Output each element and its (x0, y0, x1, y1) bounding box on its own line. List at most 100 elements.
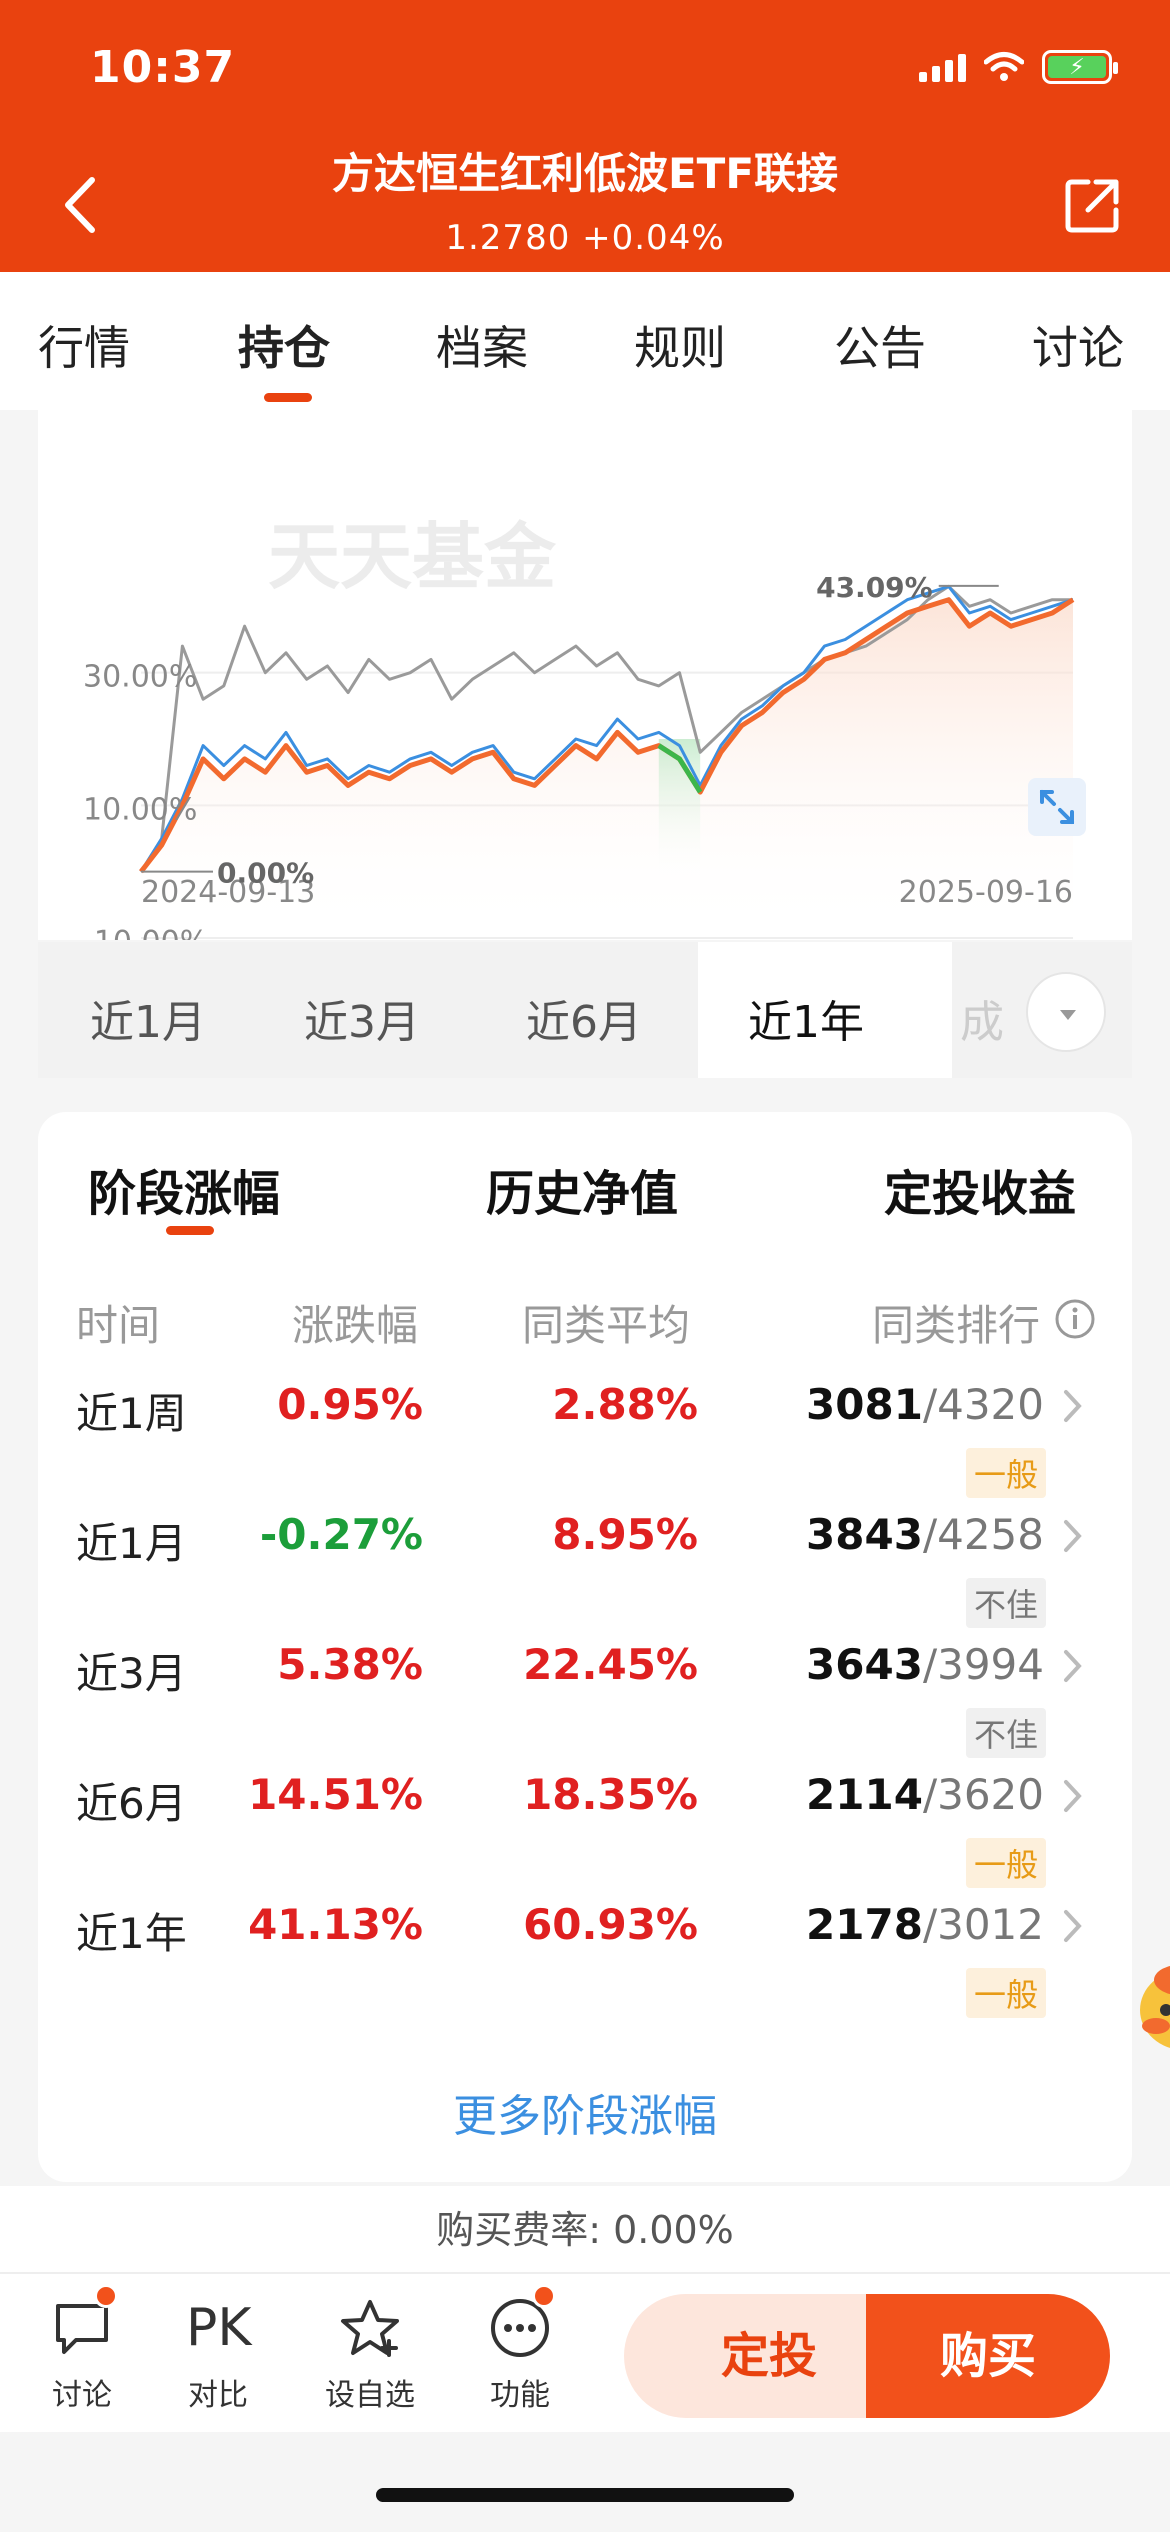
tab-sip-returns[interactable]: 定投收益 (884, 1154, 1076, 1224)
fund-price: 1.2780 +0.04% (445, 218, 725, 258)
rank-badge: 不佳 (966, 1708, 1047, 1758)
period-1y[interactable]: 近1年 (748, 986, 864, 1050)
share-icon[interactable] (1062, 176, 1122, 236)
rank-total: /3012 (922, 1900, 1044, 1949)
fund-name: 方达恒生红利低波ETF联接 (331, 149, 839, 198)
y-tick-label: 30.00% (83, 660, 197, 695)
purchase-fee: 购买费率: 0.00% (0, 2186, 1170, 2274)
header-change: 涨跌幅 (292, 1301, 419, 1350)
tab-indicator (264, 393, 312, 402)
status-time: 10:37 (90, 42, 236, 93)
add-watchlist-button[interactable]: 设自选 (310, 2296, 430, 2414)
tab-announcements[interactable]: 公告 (834, 312, 926, 378)
stage-returns-card: 阶段涨幅 历史净值 定投收益 时间 涨跌幅 同类平均 同类排行 近1周 0.95%… (38, 1112, 1132, 2182)
row-average-value: 8.95% (552, 1510, 698, 1559)
period-3m[interactable]: 近3月 (304, 986, 420, 1050)
chevron-right-icon[interactable] (1062, 1778, 1084, 1814)
row-period-label: 近1周 (76, 1389, 187, 1438)
row-change-value: -0.27% (259, 1510, 423, 1559)
period-dropdown-button[interactable] (1026, 972, 1106, 1052)
rank-position: 3643 (806, 1640, 923, 1689)
row-rank[interactable]: 2178/3012 (806, 1900, 1044, 1949)
home-indicator (376, 2488, 794, 2502)
app-header: 10:37 ⚡ 方达恒生红利低波ETF联接 1.2780 +0.04% (0, 0, 1170, 272)
tab-stage-returns[interactable]: 阶段涨幅 (88, 1154, 280, 1224)
rank-position: 3081 (806, 1380, 923, 1429)
row-rank[interactable]: 3643/3994 (806, 1640, 1044, 1689)
chevron-right-icon[interactable] (1062, 1518, 1084, 1554)
caret-down-icon (1060, 1010, 1076, 1020)
header-time: 时间 (76, 1301, 161, 1350)
row-period-label: 近3月 (76, 1649, 187, 1698)
more-stage-returns-link[interactable]: 更多阶段涨幅 (38, 2080, 1132, 2144)
tab-discussion[interactable]: 讨论 (1032, 312, 1124, 378)
tab-history-nav[interactable]: 历史净值 (486, 1154, 678, 1224)
main-tabs: 行情 持仓 档案 规则 公告 讨论 (0, 272, 1170, 410)
period-6m[interactable]: 近6月 (526, 986, 642, 1050)
rank-badge: 一般 (966, 1838, 1047, 1888)
chart-watermark: 天天基金 (268, 515, 557, 599)
rank-badge: 不佳 (966, 1578, 1047, 1628)
row-rank[interactable]: 3843/4258 (806, 1510, 1044, 1559)
info-icon[interactable] (1054, 1298, 1096, 1340)
notification-dot (532, 2284, 556, 2308)
buy-button[interactable]: 购买 (866, 2294, 1110, 2418)
discuss-label: 讨论 (52, 2378, 112, 2413)
rank-position: 2114 (806, 1770, 923, 1819)
row-average-value: 60.93% (523, 1900, 698, 1949)
rank-badge: 一般 (966, 1968, 1047, 2018)
rank-total: /4258 (922, 1510, 1044, 1559)
bottom-action-bar: 讨论 PK 对比 设自选 功能 定投 购买 (0, 2274, 1170, 2432)
chevron-right-icon[interactable] (1062, 1388, 1084, 1424)
row-rank[interactable]: 2114/3620 (806, 1770, 1044, 1819)
row-average-value: 2.88% (552, 1380, 698, 1429)
tab-quote[interactable]: 行情 (38, 312, 130, 378)
rank-total: /3994 (922, 1640, 1044, 1689)
row-change-value: 0.95% (277, 1380, 423, 1429)
tab-profile[interactable]: 档案 (436, 312, 528, 378)
header-rank: 同类排行 (872, 1301, 1041, 1350)
star-icon (341, 2300, 399, 2357)
row-rank[interactable]: 3081/4320 (806, 1380, 1044, 1429)
period-selector: 近1月 近3月 近6月 近1年 成 (38, 942, 1132, 1078)
rank-position: 3843 (806, 1510, 923, 1559)
row-period-label: 近6月 (76, 1779, 187, 1828)
chart-svg: 天天基金 30.00%10.00%-10.00%2024-09-132025-0… (83, 515, 1075, 940)
pk-icon: PK (186, 2298, 252, 2358)
wifi-icon (984, 52, 1024, 81)
period-since-inception[interactable]: 成 (960, 986, 1004, 1050)
discuss-button[interactable]: 讨论 (22, 2284, 142, 2414)
header-average: 同类平均 (522, 1301, 691, 1350)
notification-dot (94, 2284, 118, 2308)
row-period-label: 近1年 (76, 1909, 187, 1958)
rank-total: /4320 (922, 1380, 1044, 1429)
rank-position: 2178 (806, 1900, 923, 1949)
x-end-label: 2025-09-16 (899, 875, 1073, 910)
rank-badge: 一般 (966, 1448, 1047, 1498)
functions-label: 功能 (490, 2378, 550, 2413)
row-average-value: 18.35% (523, 1770, 698, 1819)
compare-label: 对比 (188, 2378, 248, 2413)
max-annotation: 43.09% (816, 571, 933, 604)
rank-total: /3620 (922, 1770, 1044, 1819)
status-icons: ⚡ (919, 50, 1118, 84)
row-period-label: 近1月 (76, 1519, 187, 1568)
signal-icon (919, 52, 966, 82)
tab-rules[interactable]: 规则 (634, 312, 726, 378)
stage-tab-indicator (166, 1226, 214, 1235)
chevron-right-icon[interactable] (1062, 1648, 1084, 1684)
expand-icon[interactable] (1028, 778, 1086, 836)
functions-button[interactable]: 功能 (460, 2284, 580, 2414)
tab-holdings[interactable]: 持仓 (238, 312, 330, 378)
performance-chart[interactable]: 天天基金 30.00%10.00%-10.00%2024-09-132025-0… (38, 410, 1132, 940)
row-average-value: 22.45% (523, 1640, 698, 1689)
compare-button[interactable]: PK 对比 (158, 2296, 278, 2414)
row-change-value: 41.13% (248, 1900, 423, 1949)
chevron-right-icon[interactable] (1062, 1908, 1084, 1944)
row-change-value: 5.38% (277, 1640, 423, 1689)
period-1m[interactable]: 近1月 (90, 986, 206, 1050)
y-tick-label: 10.00% (83, 792, 197, 827)
home-area (0, 2432, 1170, 2532)
row-change-value: 14.51% (248, 1770, 423, 1819)
mascot-icon[interactable] (1136, 1950, 1170, 2060)
